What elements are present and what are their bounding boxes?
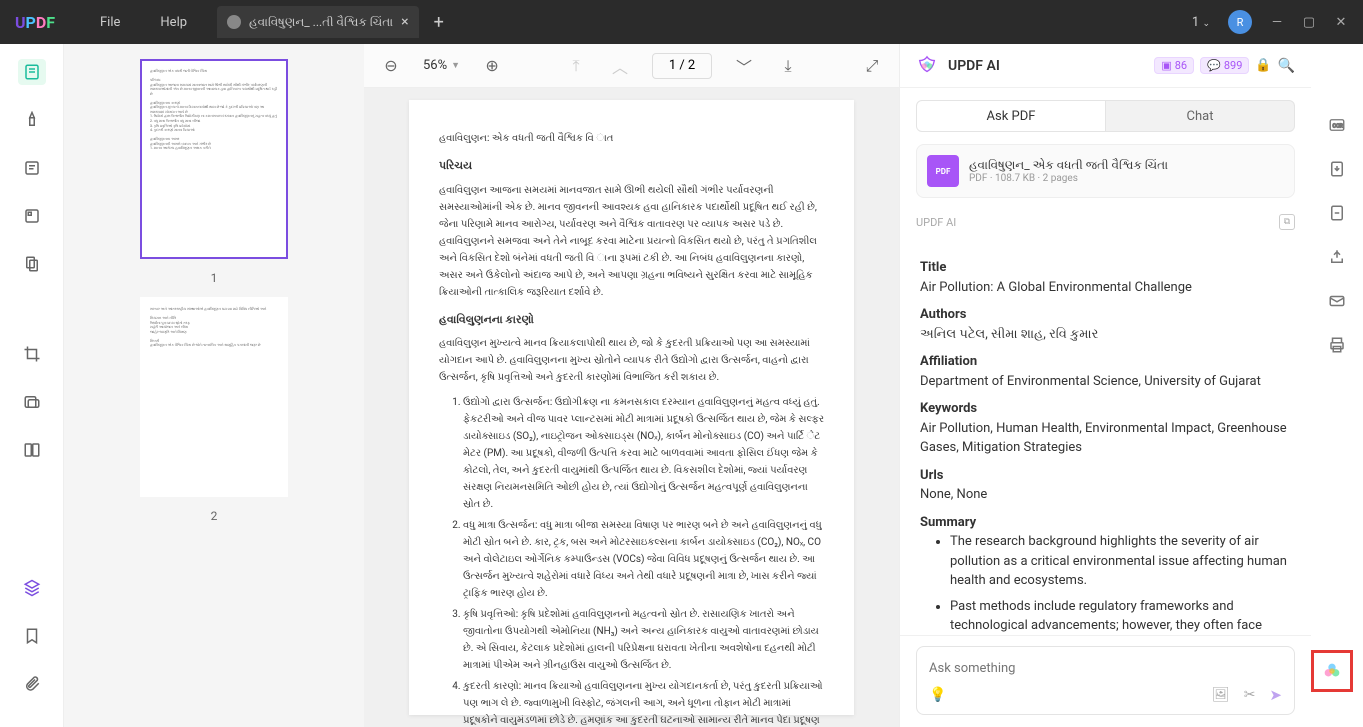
file-name: હવાવિષુણન_ એક વધતી જતી વૈશ્વિક ચિંતા — [969, 158, 1284, 173]
send-icon[interactable]: ➤ — [1269, 686, 1282, 704]
ai-file-card[interactable]: PDF હવાવિષુણન_ એક વધતી જતી વૈશ્વિક ચિંતા… — [916, 144, 1295, 198]
menu-help[interactable]: Help — [160, 15, 187, 30]
minimize-icon[interactable]: — — [1270, 15, 1284, 29]
doc-toolbar: ⊖ 56% ▼ ⊕ ⤒ ︿ 1 / 2 ﹀ ⤓ ⤢ — [364, 44, 899, 88]
svg-text:OCR: OCR — [1333, 123, 1344, 129]
layers-icon[interactable] — [18, 575, 46, 601]
thumbnail-page-1[interactable]: હવાવિલુણન એક વધતી જતી વૈશ્વિક ચિંતાપરિચય… — [140, 59, 288, 259]
tab-chat[interactable]: Chat — [1106, 100, 1295, 132]
left-sidebar — [0, 44, 64, 727]
crop-icon[interactable] — [18, 341, 46, 367]
export-icon[interactable] — [1325, 158, 1349, 180]
zoom-in-icon[interactable]: ⊕ — [480, 54, 504, 78]
menu-file[interactable]: File — [100, 15, 120, 30]
first-page-icon[interactable]: ⤒ — [564, 54, 588, 78]
page-number-input[interactable]: 1 / 2 — [652, 53, 712, 79]
document-tab[interactable]: હવાવિષુણન_ ...તી વૈશ્વિક ચિંતા × — [217, 6, 419, 38]
ai-input-area: 💡 🖼 ✂ ➤ — [900, 635, 1311, 727]
thumb-1-label: 1 — [211, 271, 218, 285]
redact-icon[interactable] — [18, 389, 46, 415]
menu-bar: File Help — [70, 15, 187, 30]
edit-text-icon[interactable] — [18, 155, 46, 181]
new-tab-button[interactable]: + — [434, 12, 444, 33]
pages-icon[interactable] — [18, 251, 46, 277]
compress-icon[interactable] — [1325, 202, 1349, 224]
lock-icon[interactable]: 🔒 — [1255, 58, 1271, 73]
attachment-icon[interactable] — [18, 671, 46, 697]
ai-panel-title: UPDF AI — [948, 58, 1000, 74]
tab-doc-icon — [227, 15, 241, 29]
tab-close-icon[interactable]: × — [401, 14, 408, 30]
ai-response: Title Air Pollution: A Global Environmen… — [900, 234, 1311, 635]
ask-input[interactable] — [929, 661, 1282, 676]
email-icon[interactable] — [1325, 290, 1349, 312]
doc-viewport[interactable]: હવાવિલુણન: એક વધતી જતી વૈશ્વિક વિ ાત પરિ… — [364, 88, 899, 727]
last-page-icon[interactable]: ⤓ — [776, 54, 800, 78]
copy-icon[interactable]: ⧉ — [1279, 214, 1295, 230]
bot-name-label: UPDF AI — [916, 216, 956, 229]
title-bar: UPDF File Help હવાવિષુણન_ ...તી વૈશ્વિક … — [0, 0, 1363, 44]
form-icon[interactable] — [18, 203, 46, 229]
credits-badge-1[interactable]: ▣ 86 — [1154, 57, 1194, 74]
compare-icon[interactable] — [18, 437, 46, 463]
fit-icon[interactable]: ⤢ — [860, 54, 884, 78]
prompt-suggestions-icon[interactable]: 💡 — [929, 687, 946, 703]
pdf-file-icon: PDF — [927, 155, 959, 187]
close-icon[interactable]: ✕ — [1334, 15, 1348, 29]
file-meta: PDF · 108.7 KB · 2 pages — [969, 173, 1284, 184]
next-page-icon[interactable]: ﹀ — [732, 54, 756, 78]
image-attach-icon[interactable]: 🖼 — [1212, 687, 1230, 703]
zoom-value[interactable]: 56% ▼ — [423, 58, 460, 73]
maximize-icon[interactable]: ▢ — [1302, 15, 1316, 29]
right-rail: OCR — [1311, 44, 1363, 727]
share-icon[interactable] — [1325, 246, 1349, 268]
thumb-2-label: 2 — [211, 509, 218, 523]
ocr-icon[interactable]: OCR — [1325, 114, 1349, 136]
reader-mode-icon[interactable] — [18, 59, 46, 85]
ai-panel: UPDF AI ▣ 86 💬 899 🔒 🔍 Ask PDF Chat PDF … — [899, 44, 1311, 727]
page-content: હવાવિલુણન: એક વધતી જતી વૈશ્વિક વિ ાત પરિ… — [409, 100, 854, 715]
bookmark-icon[interactable] — [18, 623, 46, 649]
search-icon[interactable]: 🔍 — [1278, 58, 1295, 74]
ai-assistant-button[interactable] — [1311, 650, 1353, 692]
app-logo: UPDF — [0, 13, 70, 32]
thumbnail-page-2[interactable]: સરકાર અને આંતરરાષ્ટ્રીય સંસ્થાઓએ હવાવિલૂ… — [140, 297, 288, 497]
updf-ai-logo-icon — [916, 55, 938, 77]
tab-title: હવાવિષુણન_ ...તી વૈશ્વિક ચિંતા — [249, 15, 393, 30]
tab-ask-pdf[interactable]: Ask PDF — [916, 100, 1106, 132]
print-icon[interactable] — [1325, 334, 1349, 356]
user-avatar[interactable]: R — [1228, 10, 1252, 34]
prev-page-icon[interactable]: ︿ — [608, 54, 632, 78]
thumbnail-panel: હવાવિલુણન એક વધતી જતી વૈશ્વિક ચિંતાપરિચય… — [64, 44, 364, 727]
credits-badge-2[interactable]: 💬 899 — [1200, 57, 1249, 74]
highlight-icon[interactable] — [18, 107, 46, 133]
version-dropdown[interactable]: 1 ⌄ — [1192, 15, 1210, 30]
crop-attach-icon[interactable]: ✂ — [1244, 687, 1256, 703]
zoom-out-icon[interactable]: ⊖ — [379, 54, 403, 78]
